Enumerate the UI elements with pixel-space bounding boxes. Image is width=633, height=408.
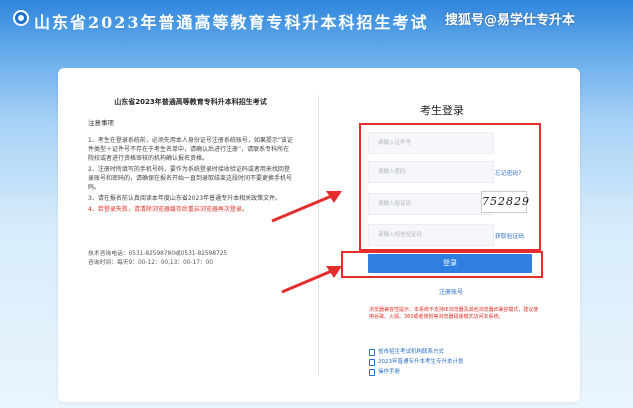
document-icon xyxy=(369,368,375,376)
site-title: 山东省2023年普通高等教育专科升本科招生考试 xyxy=(34,13,429,32)
captcha-placeholder: 请输入验证码 xyxy=(378,201,412,207)
resource-link[interactable]: 省市招生考试机构联系方式 xyxy=(369,347,464,357)
resource-link[interactable]: 2023年普通专升本考生专升本计划 xyxy=(369,357,464,367)
notice-item-warning: 4、若登录失败，请清除浏览器缓存后重启浏览器再次登录。 xyxy=(88,206,248,213)
id-number-input[interactable]: 请输入证件号 xyxy=(368,132,494,154)
password-placeholder: 请输入密码 xyxy=(378,169,406,175)
login-title: 考生登录 xyxy=(420,104,464,117)
contact-phone: 技术咨询电话：0531-82598780或0531-82598725 xyxy=(88,251,228,257)
document-icon xyxy=(369,348,375,356)
annotation-arrow-icon xyxy=(281,266,342,294)
captcha-image[interactable]: 752829 xyxy=(481,191,529,213)
notice-item: 1、考生在登录系统前，必须先用本人身份证号注册系统账号，如果提示“该证件类型＋证… xyxy=(88,137,293,162)
captcha-input[interactable]: 请输入验证码 xyxy=(368,193,494,215)
resource-link-label: 操作手册 xyxy=(378,369,401,375)
notice-item: 2、注册时所填写的手机号码，要作为系统登录时接收验证码或者用来找回登录账号和密码… xyxy=(88,166,293,191)
notice-panel: 山东省2023年普通高等教育专科升本科招生考试 注意事项 1、考生在登录系统前，… xyxy=(88,98,293,216)
password-input[interactable]: 请输入密码 xyxy=(368,161,494,183)
resource-link-label: 省市招生考试机构联系方式 xyxy=(378,349,445,355)
notice-panel-title: 山东省2023年普通高等教育专科升本科招生考试 xyxy=(114,98,267,106)
card-divider xyxy=(318,95,319,375)
document-icon xyxy=(369,358,375,366)
resource-link[interactable]: 操作手册 xyxy=(369,367,464,377)
resource-link-label: 2023年普通专升本考生专升本计划 xyxy=(378,359,464,365)
get-sms-code-link[interactable]: 获取验证码 xyxy=(495,231,524,240)
watermark: 搜狐号@易学仕专升本 xyxy=(445,13,576,28)
id-number-placeholder: 请输入证件号 xyxy=(378,140,412,146)
notice-heading: 注意事项 xyxy=(88,119,114,127)
site-logo-icon xyxy=(13,10,29,26)
sms-code-input[interactable]: 请输入短信验证码 xyxy=(368,224,494,246)
browser-compatibility-note: 浏览器兼容性提示：本系统不支持IE浏览器及其他浏览器IE兼容模式，建议使用谷歌、… xyxy=(369,307,539,320)
annotation-arrow-icon xyxy=(271,191,342,223)
contact-info: 技术咨询电话：0531-82598780或0531-82598725 咨询时间：… xyxy=(88,250,293,268)
login-button[interactable]: 登录 xyxy=(368,254,532,273)
notice-item: 3、请在报名前认真阅读本年度山东省2023年普通专升本相关政策文件。 xyxy=(88,195,282,202)
register-link[interactable]: 注册账号 xyxy=(439,287,463,296)
site-header: 山东省2023年普通高等教育专科升本科招生考试 搜狐号@易学仕专升本 xyxy=(0,0,633,36)
forgot-password-link[interactable]: 忘记密码？ xyxy=(495,168,524,177)
resource-links: 省市招生考试机构联系方式 2023年普通专升本考生专升本计划 操作手册 xyxy=(369,347,464,377)
sms-code-placeholder: 请输入短信验证码 xyxy=(378,232,423,238)
contact-hours: 咨询时间：每天9：00-12：00,13：00-17：00 xyxy=(88,260,214,266)
